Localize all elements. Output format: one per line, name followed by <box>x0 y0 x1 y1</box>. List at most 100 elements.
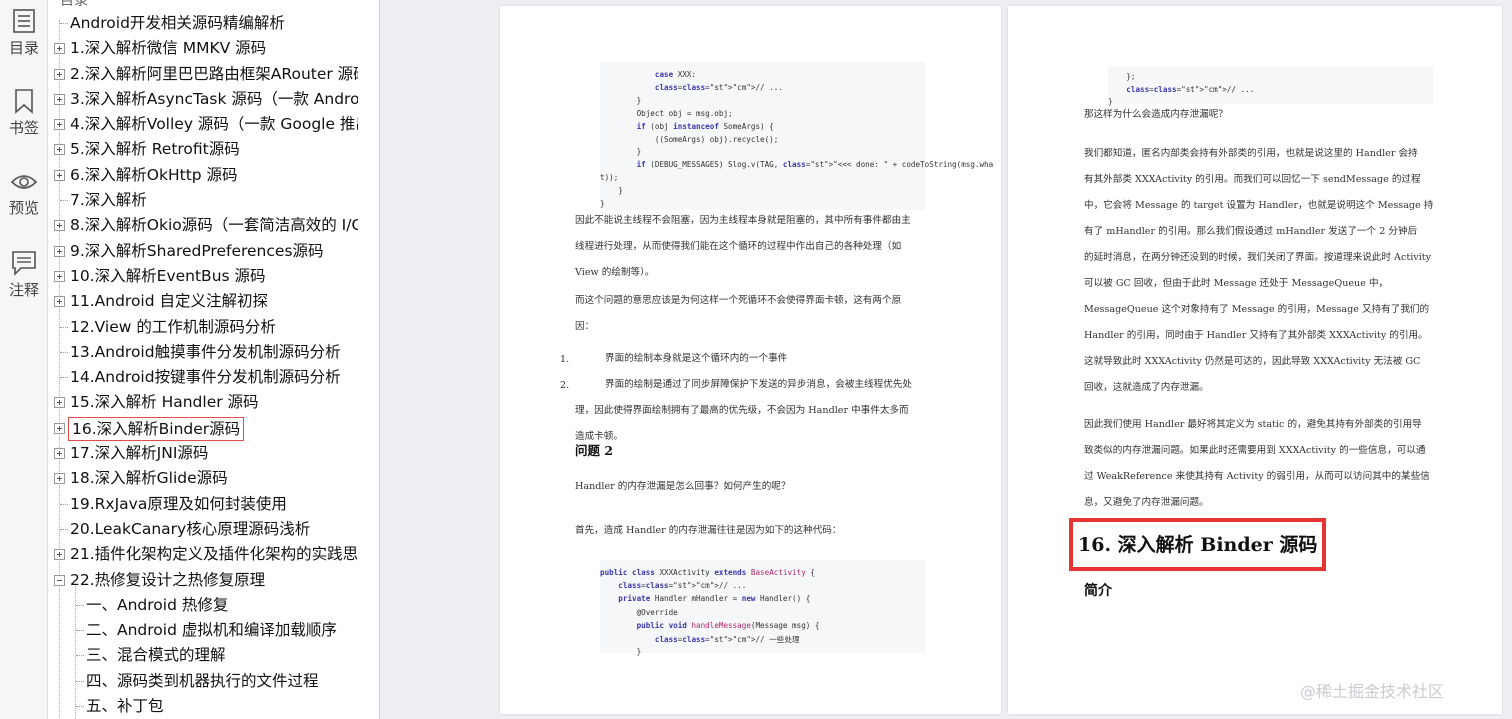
expand-icon[interactable] <box>54 270 65 282</box>
outline-item[interactable]: 5.深入解析 Retrofit源码 <box>48 137 358 162</box>
text-line: 因此不能说主线程不会阻塞，因为主线程本身就是阻塞的，其中所有事件都由主 <box>575 215 911 226</box>
outline-item[interactable]: 12.View 的工作机制源码分析 <box>48 315 358 340</box>
eye-icon <box>10 175 38 189</box>
expand-icon[interactable] <box>54 422 65 434</box>
code-line: class=class="st">"cm">// ... <box>654 82 783 92</box>
code-line: if (DEBUG_MESSAGES) Slog.v(TAG, class="s… <box>636 160 994 170</box>
code-line: } <box>600 147 642 157</box>
outline-item[interactable]: 13.Android触摸事件分发机制源码分析 <box>48 340 358 365</box>
text-line: 中，它会将 Message 的 target 设置为 Handler，也就是说明… <box>1084 200 1434 211</box>
text-line: 因此我们使用 Handler 最好将其定义为 static 的，避免其持有外部类… <box>1084 419 1422 430</box>
expand-icon[interactable] <box>54 43 65 55</box>
bookmark-tool[interactable]: 书签 <box>0 88 48 138</box>
outline-item[interactable]: 22.热修复设计之热修复原理 <box>48 568 358 593</box>
outline-item-label: 17.深入解析JNI源码 <box>70 444 209 463</box>
outline-item-label: 9.深入解析SharedPreferences源码 <box>70 241 324 260</box>
expand-icon[interactable] <box>54 296 65 308</box>
outline-item[interactable]: 6.深入解析OkHttp 源码 <box>48 163 358 188</box>
expand-icon[interactable] <box>54 473 65 485</box>
outline-item-label: 3.深入解析AsyncTask 源码（一款 Android <box>70 89 358 108</box>
outline-item-label: 四、源码类到机器执行的文件过程 <box>86 671 319 690</box>
code-line: Object obj = msg.obj; <box>600 108 733 118</box>
outline-item-label: Android开发相关源码精编解析 <box>70 14 285 32</box>
expand-icon[interactable] <box>54 245 65 257</box>
outline-item-label: 一、Android 热修复 <box>86 595 229 614</box>
outline-item[interactable]: 16.深入解析Binder源码 <box>48 416 358 441</box>
text-line: 致类似的内存泄漏问题。如果此时还需要用到 XXXActivity 的一些信息，可… <box>1084 445 1426 456</box>
tree-connector <box>76 655 84 657</box>
code-line: @Override <box>600 607 678 617</box>
outline-item[interactable]: 21.插件化架构定义及插件化架构的实践思路 <box>48 542 358 567</box>
document-page-right: }; class=class="st">"cm">// ...} 那这样为什么会… <box>1008 6 1502 714</box>
text-line: 回收，这就造成了内存泄漏。 <box>1084 382 1209 393</box>
outline-item[interactable]: 7.深入解析 <box>48 188 358 213</box>
outline-item[interactable]: 五、补丁包 <box>48 694 358 719</box>
outline-item[interactable]: 3.深入解析AsyncTask 源码（一款 Android <box>48 87 358 112</box>
outline-item[interactable]: 18.深入解析Glide源码 <box>48 466 358 491</box>
outline-item[interactable]: 8.深入解析Okio源码（一套简洁高效的 I/O <box>48 213 358 238</box>
code-line: }; <box>1108 72 1136 81</box>
list-icon <box>13 9 35 33</box>
outline-item[interactable]: 一、Android 热修复 <box>48 593 358 618</box>
toc-tool[interactable]: 目录 <box>0 8 48 58</box>
outline-item-label: 20.LeakCanary核心原理源码浅析 <box>70 519 311 538</box>
toc-tool-label: 目录 <box>8 39 39 57</box>
outline-item[interactable]: 19.RxJava原理及如何封装使用 <box>48 492 358 517</box>
list-item: 界面的绘制本身就是这个循环内的一个事件 <box>605 346 787 372</box>
bookmark-icon <box>15 89 33 114</box>
text-line: 可以被 GC 回收，但由于此时 Message 还处于 MessageQueue… <box>1084 278 1389 289</box>
outline-item-label: 16.深入解析Binder源码 <box>68 416 245 441</box>
outline-item[interactable]: 四、源码类到机器执行的文件过程 <box>48 669 358 694</box>
expand-icon[interactable] <box>54 93 65 105</box>
tree-connector <box>76 604 84 606</box>
outline-item[interactable]: 17.深入解析JNI源码 <box>48 441 358 466</box>
expand-icon[interactable] <box>54 549 65 561</box>
code-line: public void handleMessage(Message msg) { <box>636 620 820 630</box>
expand-icon[interactable] <box>54 68 65 80</box>
outline-item[interactable]: 三、混合模式的理解 <box>48 643 358 668</box>
tree-connector <box>60 377 68 379</box>
code-line: ((SomeArgs) obj).recycle(); <box>600 134 779 144</box>
text-line: 界面的绘制是通过了同步屏障保护下发送的异步消息，会被主线程优先处 <box>605 379 912 390</box>
tree-connector <box>60 351 68 353</box>
outline-item-label: 5.深入解析 Retrofit源码 <box>70 140 240 159</box>
outline-item[interactable]: 11.Android 自定义注解初探 <box>48 289 358 314</box>
tree-connector <box>76 630 84 632</box>
expand-icon[interactable] <box>54 144 65 156</box>
outline-item[interactable]: 20.LeakCanary核心原理源码浅析 <box>48 517 358 542</box>
code-block: }; class=class="st">"cm">// ...} <box>1108 66 1433 106</box>
expand-icon[interactable] <box>54 169 65 181</box>
tree-connector <box>76 680 84 682</box>
annotate-tool[interactable]: 注释 <box>0 250 48 300</box>
tree-connector <box>60 503 68 505</box>
outline-item[interactable]: 15.深入解析 Handler 源码 <box>48 390 358 415</box>
tree-connector <box>76 706 84 708</box>
text-line: 因： <box>575 321 595 332</box>
expand-icon[interactable] <box>54 448 65 460</box>
outline-item[interactable]: 2.深入解析阿里巴巴路由框架ARouter 源码 <box>48 62 358 87</box>
expand-icon[interactable] <box>54 397 65 409</box>
outline-panel: 目录 Android开发相关源码精编解析 1.深入解析微信 MMKV 源码 2.深入… <box>48 0 380 719</box>
expand-icon[interactable] <box>54 119 65 131</box>
outline-item[interactable]: 4.深入解析Volley 源码（一款 Google 推出 <box>48 112 358 137</box>
expand-icon[interactable] <box>54 220 65 232</box>
text-line: Handler 的引用，同时由于 Handler 又持有了其外部类 XXXAct… <box>1084 330 1428 341</box>
outline-item[interactable]: Android开发相关源码精编解析 <box>48 11 358 36</box>
outline-item[interactable]: 9.深入解析SharedPreferences源码 <box>48 239 358 264</box>
outline-item-label: 18.深入解析Glide源码 <box>70 469 228 488</box>
outline-item-label: 11.Android 自定义注解初探 <box>70 292 269 311</box>
outline-item[interactable]: 10.深入解析EventBus 源码 <box>48 264 358 289</box>
outline-item[interactable]: 1.深入解析微信 MMKV 源码 <box>48 36 358 61</box>
preview-tool[interactable]: 预览 <box>0 170 48 218</box>
highlight-box <box>1069 518 1326 571</box>
paragraph: 我们都知道，匿名内部类会持有外部类的引用，也就是说这里的 Handler 会持有… <box>1084 141 1433 401</box>
outline-item-label: 21.插件化架构定义及插件化架构的实践思路 <box>70 545 358 564</box>
code-line: if (obj instanceof SomeArgs) { <box>636 121 774 131</box>
outline-item[interactable]: 14.Android按键事件分发机制源码分析 <box>48 365 358 390</box>
list-number: 2. <box>560 380 570 391</box>
collapse-icon[interactable] <box>54 574 65 586</box>
text-line: 界面的绘制本身就是这个循环内的一个事件 <box>605 353 788 364</box>
outline-item[interactable]: 二、Android 虚拟机和编译加载顺序 <box>48 618 358 643</box>
outline-item-label: 1.深入解析微信 MMKV 源码 <box>70 39 267 58</box>
outline-item-label: 13.Android触摸事件分发机制源码分析 <box>70 342 341 361</box>
